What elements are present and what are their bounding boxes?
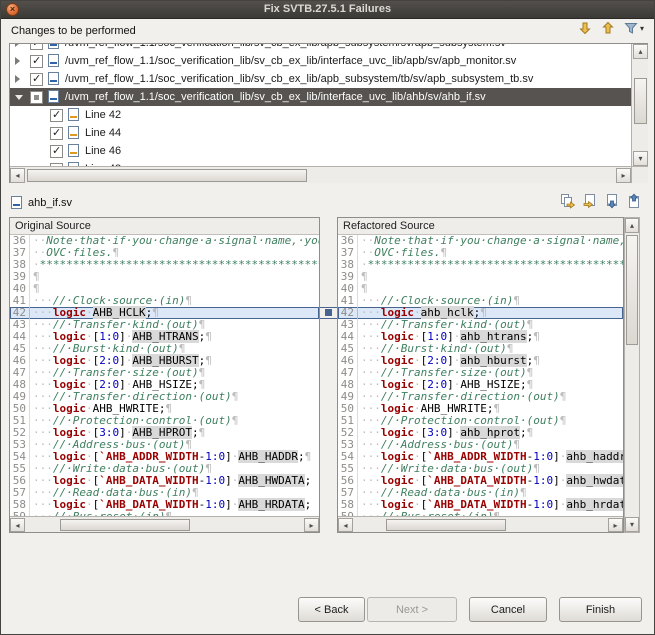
horizontal-scrollbar-thumb[interactable]: [27, 169, 307, 182]
tree-item-checkbox[interactable]: [50, 126, 63, 140]
code-text: ·***************************************…: [33, 258, 319, 271]
previous-difference-icon[interactable]: [626, 193, 642, 209]
tree-item-checkbox[interactable]: [30, 91, 43, 104]
tree-item-label: Line 44: [85, 127, 122, 139]
change-line-icon: [68, 108, 79, 121]
finish-button[interactable]: Finish: [559, 597, 642, 622]
tree-horizontal-scrollbar[interactable]: ◂ ▸: [10, 166, 631, 183]
scrollbar-corner: [631, 166, 648, 183]
tree-item[interactable]: /uvm_ref_flow_1.1/soc_verification_lib/s…: [10, 88, 631, 106]
tree-item-checkbox[interactable]: [50, 108, 63, 122]
window-title: Fix SVTB.27.5.1 Failures: [263, 3, 392, 15]
titlebar: × Fix SVTB.27.5.1 Failures: [1, 1, 654, 19]
next-button: Next >: [367, 597, 457, 622]
change-line-icon: [68, 126, 79, 139]
compare-toolbar: [560, 193, 642, 209]
changes-section-title: Changes to be performed: [11, 25, 136, 37]
tree-item-label: /uvm_ref_flow_1.1/soc_verification_lib/s…: [65, 55, 517, 67]
tree-item-label: /uvm_ref_flow_1.1/soc_verification_lib/s…: [65, 73, 534, 85]
vertical-scrollbar-thumb[interactable]: [626, 235, 638, 345]
code-line: 38 ·*************************************…: [338, 259, 623, 271]
tree-item[interactable]: /uvm_ref_flow_1.1/soc_verification_lib/s…: [10, 44, 631, 52]
tree-item-label: Line 46: [85, 145, 122, 157]
scroll-down-button[interactable]: ▾: [625, 517, 639, 532]
original-horizontal-scrollbar[interactable]: ◂ ▸: [10, 516, 319, 532]
scroll-left-button[interactable]: ◂: [10, 518, 25, 532]
code-line: 39 ¶: [10, 271, 319, 283]
code-line: 39 ¶: [338, 271, 623, 283]
compare-area: Original Source 36 ··Note·that·if·you·cha…: [9, 217, 640, 533]
sv-file-icon: [11, 196, 22, 209]
scroll-right-button[interactable]: ▸: [304, 518, 319, 532]
scroll-down-button[interactable]: ▾: [633, 151, 648, 166]
compare-vertical-scrollbar[interactable]: ▴ ▾: [624, 217, 640, 533]
tree-item[interactable]: /uvm_ref_flow_1.1/soc_verification_lib/s…: [10, 70, 631, 88]
sv-file-icon: [48, 54, 59, 67]
compare-file-label: ahb_if.sv: [28, 197, 73, 209]
scroll-up-button[interactable]: ▴: [625, 218, 639, 233]
original-source-code[interactable]: 36 ··Note·that·if·you·change·a·signal·nam…: [10, 235, 319, 516]
refactored-source-code[interactable]: 36 ··Note·that·if·you·change·a·signal·nam…: [338, 235, 623, 516]
refactored-horizontal-scrollbar[interactable]: ◂ ▸: [338, 516, 623, 532]
scroll-left-button[interactable]: ◂: [10, 168, 25, 183]
fix-failures-dialog: × Fix SVTB.27.5.1 Failures Changes to be…: [0, 0, 655, 635]
filter-icon: [624, 23, 638, 34]
scroll-right-button[interactable]: ▸: [608, 518, 623, 532]
diff-connector-line: [320, 318, 337, 319]
refactored-source-pane: Refactored Source 36 ··Note·that·if·you·c…: [337, 217, 624, 533]
scroll-right-button[interactable]: ▸: [616, 168, 631, 183]
sv-file-icon: [48, 72, 59, 85]
scroll-left-button[interactable]: ◂: [338, 518, 353, 532]
sv-file-icon: [48, 90, 59, 103]
changes-toolbar: ▾: [577, 20, 644, 36]
expand-arrow-icon[interactable]: [15, 75, 20, 83]
next-difference-icon[interactable]: [604, 193, 620, 209]
horizontal-scrollbar-thumb[interactable]: [60, 519, 190, 531]
copy-all-left-to-right-icon[interactable]: [560, 193, 576, 209]
horizontal-scrollbar-thumb[interactable]: [386, 519, 506, 531]
expand-arrow-icon[interactable]: [15, 57, 20, 65]
refactored-source-header: Refactored Source: [338, 218, 623, 235]
diff-connector-handle: [325, 309, 332, 316]
tree-item-label: Line 42: [85, 109, 122, 121]
change-line-icon: [68, 144, 79, 157]
scroll-up-button[interactable]: ▴: [633, 44, 648, 59]
tree-vertical-scrollbar[interactable]: ▴ ▾: [631, 44, 648, 166]
previous-change-icon[interactable]: [600, 20, 616, 36]
original-source-pane: Original Source 36 ··Note·that·if·you·cha…: [9, 217, 320, 533]
expand-arrow-icon[interactable]: [15, 44, 20, 47]
filter-menu-button[interactable]: ▾: [623, 20, 644, 36]
tree-item[interactable]: /uvm_ref_flow_1.1/soc_verification_lib/s…: [10, 52, 631, 70]
diff-connector-line: [320, 307, 337, 308]
tree-item-label: /uvm_ref_flow_1.1/soc_verification_lib/s…: [65, 91, 486, 103]
cancel-button[interactable]: Cancel: [469, 597, 547, 622]
next-change-icon[interactable]: [577, 20, 593, 36]
tree-item[interactable]: Line 42: [10, 106, 631, 124]
menu-caret-icon: ▾: [639, 23, 644, 33]
changes-tree-panel: /uvm_ref_flow_1.1/soc_verification_lib/s…: [9, 43, 648, 183]
tree-item-checkbox[interactable]: [50, 144, 63, 158]
tree-item-label: /uvm_ref_flow_1.1/soc_verification_lib/s…: [65, 44, 506, 52]
collapse-arrow-icon[interactable]: [15, 95, 23, 100]
original-source-header: Original Source: [10, 218, 319, 235]
back-button[interactable]: < Back: [298, 597, 365, 622]
code-text: ·***************************************…: [361, 258, 623, 271]
tree-item[interactable]: Line 44: [10, 124, 631, 142]
tree-item[interactable]: Line 46: [10, 142, 631, 160]
code-line: 38 ·*************************************…: [10, 259, 319, 271]
tree-item-checkbox[interactable]: [30, 44, 43, 50]
changes-tree: /uvm_ref_flow_1.1/soc_verification_lib/s…: [10, 44, 631, 166]
tree-item-checkbox[interactable]: [30, 72, 43, 86]
sv-file-icon: [48, 44, 59, 49]
copy-current-change-icon[interactable]: [582, 193, 598, 209]
vertical-scrollbar-thumb[interactable]: [634, 78, 647, 124]
tree-item-checkbox[interactable]: [30, 54, 43, 68]
